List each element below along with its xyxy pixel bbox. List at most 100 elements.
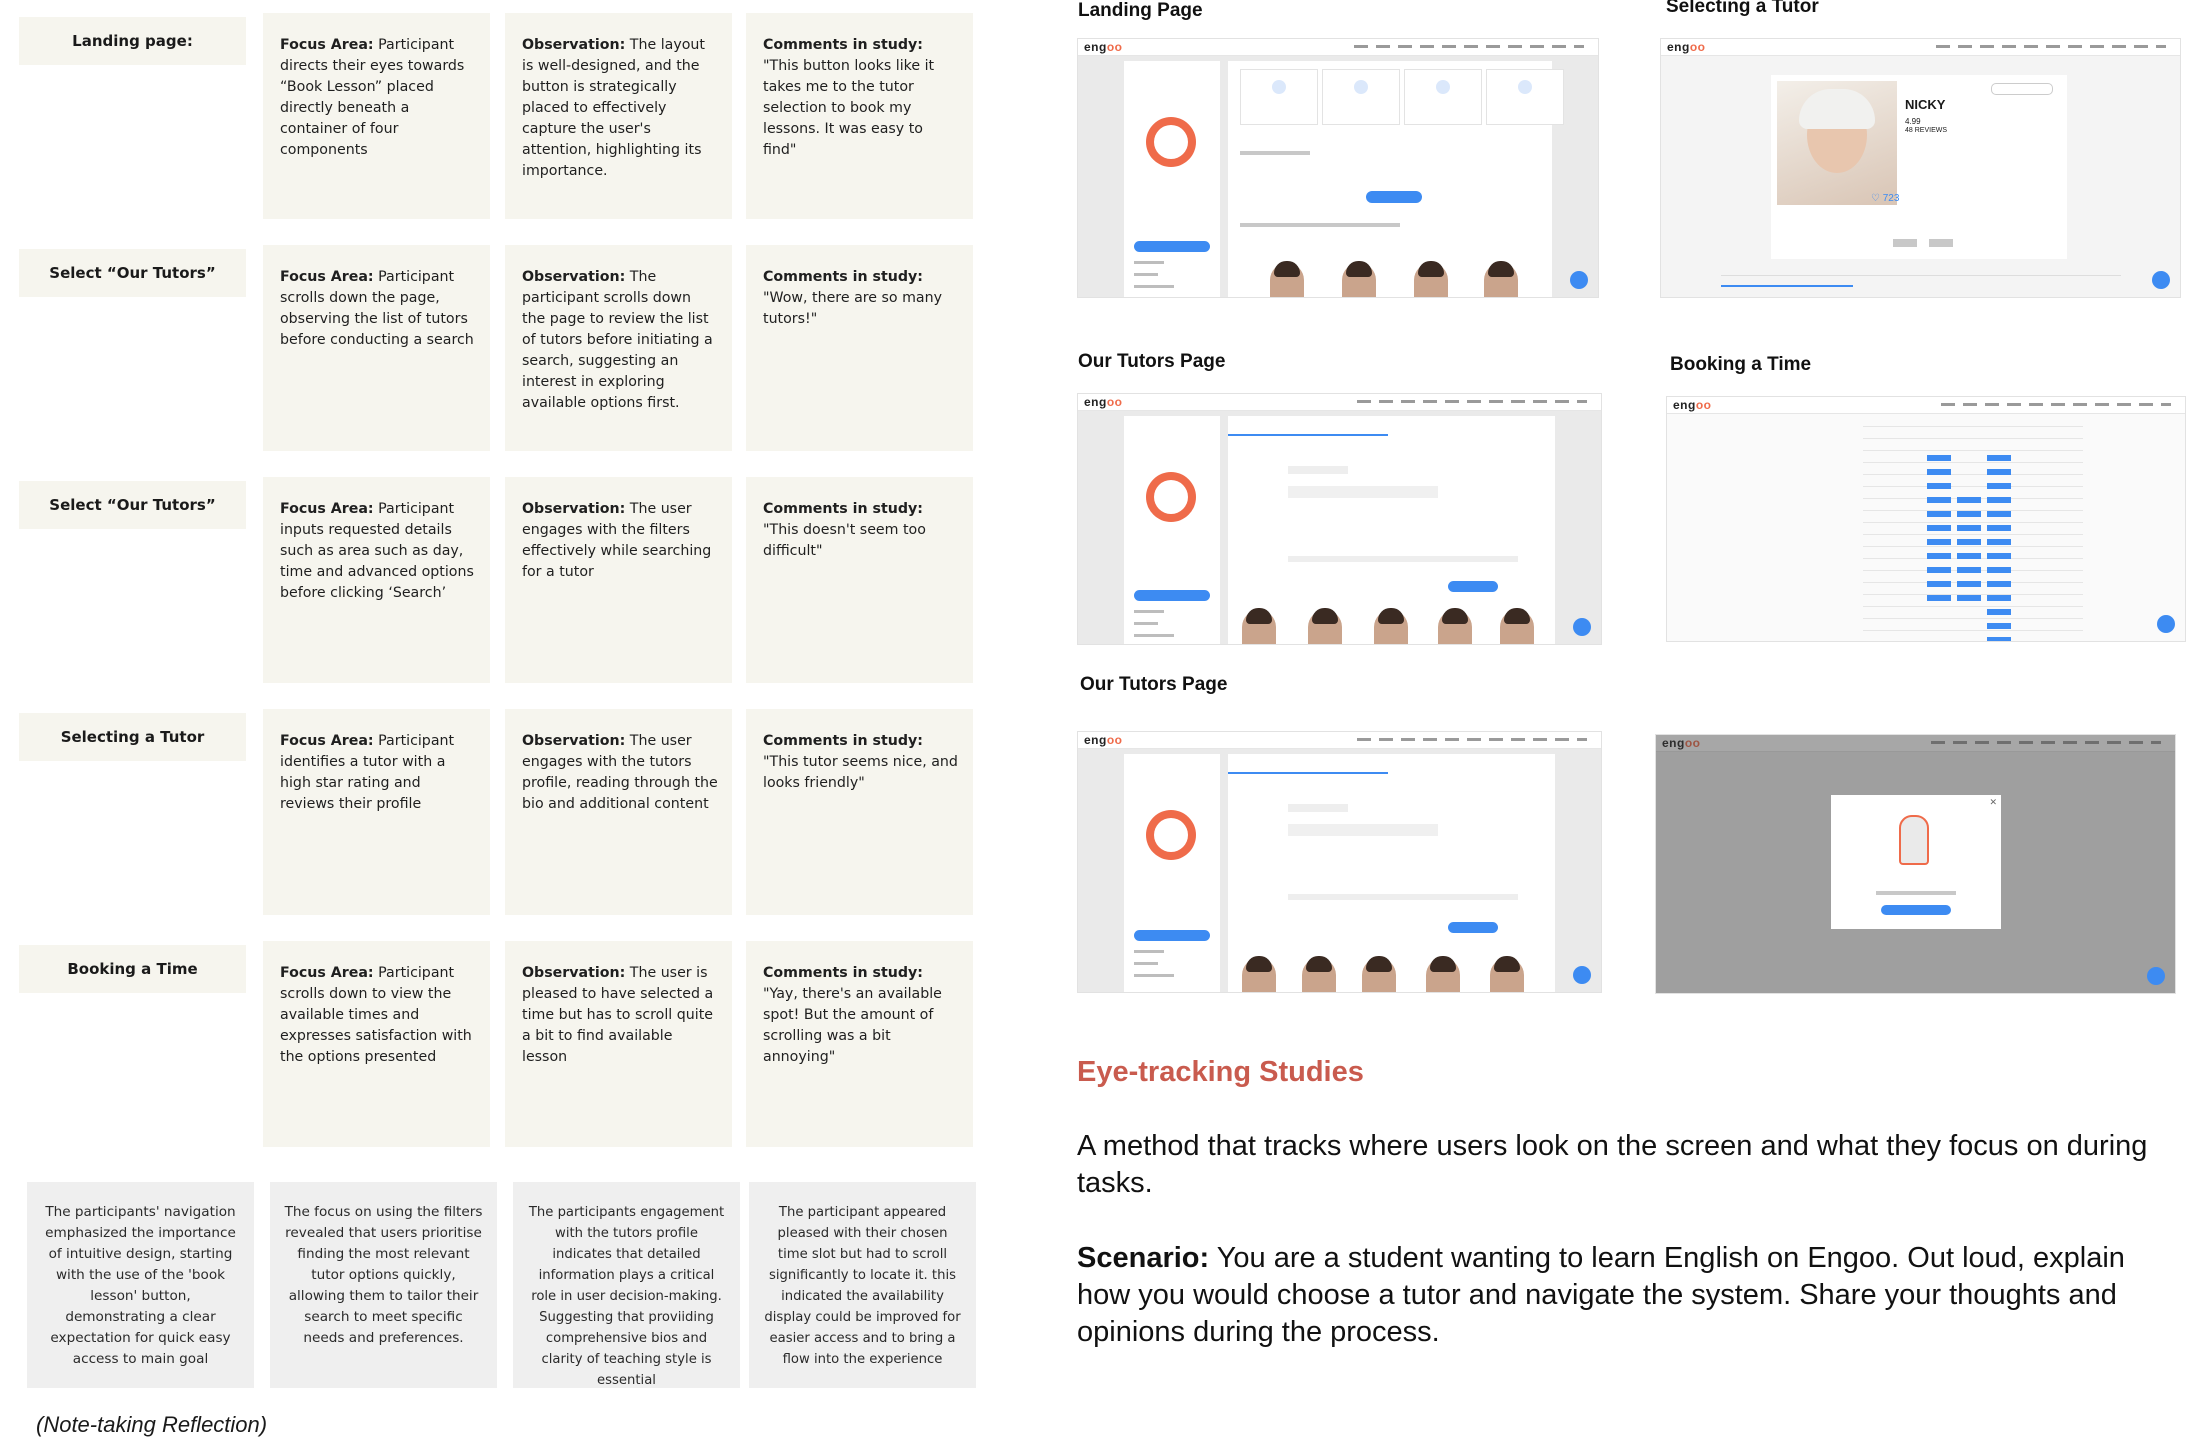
tags-filter[interactable] bbox=[1288, 894, 1518, 900]
close-icon[interactable]: ✕ bbox=[1989, 797, 1997, 808]
stat-card bbox=[1322, 69, 1400, 125]
tab-search-available[interactable] bbox=[1228, 434, 1388, 436]
reflection-card: The participants' navigation emphasized … bbox=[27, 1182, 254, 1388]
top-navbar: engoo bbox=[1078, 394, 1601, 411]
upgrade-plans-button[interactable] bbox=[1881, 905, 1951, 915]
chat-icon[interactable] bbox=[1573, 618, 1591, 636]
date-picker[interactable] bbox=[1288, 486, 1438, 498]
book-lesson-button[interactable] bbox=[1366, 191, 1422, 203]
observation-card: Observation: The participant scrolls dow… bbox=[505, 245, 732, 451]
chat-icon[interactable] bbox=[1570, 271, 1588, 289]
observation-label: Observation: bbox=[522, 269, 626, 285]
search-button[interactable] bbox=[1448, 581, 1498, 592]
nav-links bbox=[1354, 45, 1584, 48]
our-tutors-screenshot: engoo bbox=[1077, 393, 1602, 645]
row-label: Selecting a Tutor bbox=[19, 713, 246, 761]
chat-icon[interactable] bbox=[2157, 615, 2175, 633]
eye-tracking-description: A method that tracks where users look on… bbox=[1077, 1130, 2148, 1199]
profile-sidebar bbox=[1124, 754, 1220, 992]
favorite-count[interactable]: ♡ 723 bbox=[1871, 193, 1899, 204]
tags-filter[interactable] bbox=[1288, 556, 1518, 562]
tab-lesson-attendance[interactable] bbox=[1721, 285, 1853, 287]
focus-card: Focus Area: Participant inputs requested… bbox=[263, 477, 490, 683]
lesson-badge-icon bbox=[1146, 810, 1196, 860]
observation-label: Observation: bbox=[522, 965, 626, 981]
focus-label: Focus Area: bbox=[280, 733, 374, 749]
book-lesson-button[interactable] bbox=[1134, 590, 1210, 601]
search-panel bbox=[1228, 416, 1555, 644]
our-tutors-title: Our Tutors Page bbox=[1080, 674, 1228, 695]
observation-card: Observation: The user engages with the t… bbox=[505, 709, 732, 915]
top-navbar: engoo bbox=[1078, 39, 1598, 56]
dashboard-panel bbox=[1228, 61, 1564, 297]
upgrade-modal: ✕ bbox=[1831, 795, 2001, 929]
engoo-logo: engoo bbox=[1667, 40, 1706, 54]
search-panel bbox=[1228, 754, 1555, 992]
row-label: Select “Our Tutors” bbox=[19, 481, 246, 529]
focus-label: Focus Area: bbox=[280, 965, 374, 981]
nav-links bbox=[1357, 400, 1587, 403]
tutor-reviews: 48 REVIEWS bbox=[1905, 127, 1948, 134]
chat-icon[interactable] bbox=[1573, 966, 1591, 984]
comment-label: Comments in study: bbox=[763, 501, 923, 517]
book-lesson-button[interactable] bbox=[1134, 930, 1210, 941]
top-navbar: engoo bbox=[1667, 397, 2185, 414]
stat-card bbox=[1486, 69, 1564, 125]
lesson-badge-icon bbox=[1146, 472, 1196, 522]
our-tutors-title: Our Tutors Page bbox=[1078, 351, 1226, 372]
profile-sidebar bbox=[1124, 416, 1220, 644]
add-favorite-button[interactable] bbox=[1991, 83, 2053, 95]
selecting-tutor-title: Selecting a Tutor bbox=[1666, 0, 1819, 17]
engoo-logo: engoo bbox=[1673, 398, 1712, 412]
comment-text: "Wow, there are so many tutors!" bbox=[763, 290, 943, 327]
scenario-label: Scenario: bbox=[1077, 1242, 1210, 1274]
comment-card: Comments in study: "This button looks li… bbox=[746, 13, 973, 219]
reflection-card: The focus on using the filters revealed … bbox=[270, 1182, 497, 1388]
comment-card: Comments in study: "This doesn't seem to… bbox=[746, 477, 973, 683]
engoo-logo: engoo bbox=[1084, 733, 1123, 747]
book-lesson-button[interactable] bbox=[1134, 241, 1210, 252]
comment-label: Comments in study: bbox=[763, 37, 923, 53]
observation-text: The participant scrolls down the page to… bbox=[522, 269, 713, 411]
our-tutors-screenshot: engoo bbox=[1077, 731, 1602, 993]
observation-label: Observation: bbox=[522, 501, 626, 517]
study-language-select[interactable] bbox=[1288, 804, 1348, 812]
selecting-tutor-screenshot: engoo NICKY 4.99 48 REVIEWS ♡ 723 bbox=[1660, 38, 2181, 298]
landing-page-title: Landing Page bbox=[1078, 0, 1203, 21]
observation-card: Observation: The layout is well-designed… bbox=[505, 13, 732, 219]
comment-label: Comments in study: bbox=[763, 269, 923, 285]
tab-search-available[interactable] bbox=[1228, 772, 1388, 774]
book-slot-column[interactable] bbox=[1957, 497, 1981, 605]
study-language-select[interactable] bbox=[1288, 466, 1348, 474]
date-picker[interactable] bbox=[1288, 824, 1438, 836]
top-navbar: engoo bbox=[1078, 732, 1601, 749]
observation-label: Observation: bbox=[522, 37, 626, 53]
comment-card: Comments in study: "Wow, there are so ma… bbox=[746, 245, 973, 451]
eye-tracking-title: Eye-tracking Studies bbox=[1077, 1056, 1364, 1088]
stat-card bbox=[1404, 69, 1482, 125]
nav-links bbox=[1357, 738, 1587, 741]
reflection-card: The participants engagement with the tut… bbox=[513, 1182, 740, 1388]
focus-label: Focus Area: bbox=[280, 269, 374, 285]
lesson-badge-icon bbox=[1146, 117, 1196, 167]
upgrade-modal-screenshot: engoo ✕ bbox=[1655, 734, 2176, 994]
engoo-logo: engoo bbox=[1084, 40, 1123, 54]
profile-sidebar bbox=[1124, 61, 1220, 297]
scenario-text: Scenario: You are a student wanting to l… bbox=[1077, 1240, 2167, 1351]
tutor-name: NICKY bbox=[1905, 97, 1946, 112]
reflection-card: The participant appeared pleased with th… bbox=[749, 1182, 976, 1388]
tutor-rating: 4.99 bbox=[1905, 117, 1921, 126]
search-button[interactable] bbox=[1448, 922, 1498, 933]
focus-card: Focus Area: Participant scrolls down to … bbox=[263, 941, 490, 1147]
chat-icon[interactable] bbox=[2152, 271, 2170, 289]
focus-card: Focus Area: Participant scrolls down the… bbox=[263, 245, 490, 451]
focus-label: Focus Area: bbox=[280, 501, 374, 517]
tutor-photo bbox=[1777, 81, 1897, 205]
comment-text: "This tutor seems nice, and looks friend… bbox=[763, 754, 958, 791]
focus-card: Focus Area: Participant identifies a tut… bbox=[263, 709, 490, 915]
booking-time-screenshot: engoo bbox=[1666, 396, 2186, 642]
chat-icon[interactable] bbox=[2147, 967, 2165, 985]
booking-time-title: Booking a Time bbox=[1670, 354, 1812, 375]
book-slot-column[interactable] bbox=[1987, 455, 2011, 641]
book-slot-column[interactable] bbox=[1927, 455, 1951, 605]
